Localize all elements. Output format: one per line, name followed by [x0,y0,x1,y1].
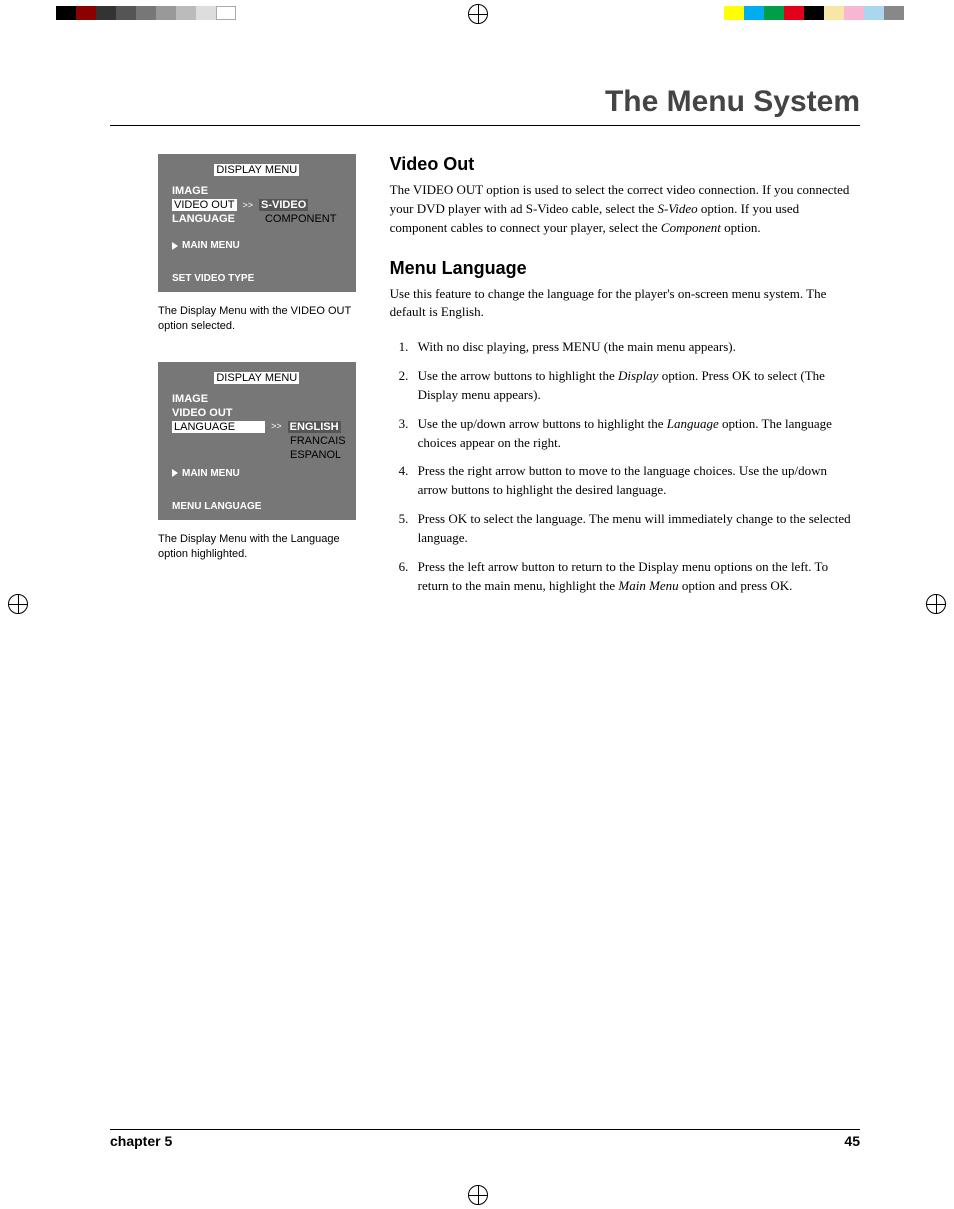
list-item: Use the arrow buttons to highlight the D… [412,367,860,405]
osd-caption: The Display Menu with the Language optio… [158,532,356,562]
osd-arrow-icon: >> [271,422,282,431]
osd-option-component: COMPONENT [265,213,337,225]
osd-row-language: LANGUAGE [172,213,235,225]
osd-option-english: ENGLISH [288,421,341,433]
osd-row-videoout: VIDEO OUT [172,199,237,211]
list-item: Use the up/down arrow buttons to highlig… [412,415,860,453]
osd-footer: MENU LANGUAGE [168,497,346,514]
osd-row-image: IMAGE [172,185,208,197]
left-column: DISPLAY MENU IMAGE VIDEO OUT >> S-VIDEO … [110,154,356,606]
osd-row-language: LANGUAGE [172,421,265,433]
page-footer: chapter 5 45 [110,1133,860,1149]
osd-option-espanol: ESPANOL [290,449,341,461]
section-paragraph: Use this feature to change the language … [390,285,860,323]
list-item: Press OK to select the language. The men… [412,510,860,548]
section-paragraph: The VIDEO OUT option is used to select t… [390,181,860,238]
osd-footer: SET VIDEO TYPE [168,269,346,286]
triangle-right-icon [172,469,178,477]
steps-list: With no disc playing, press MENU (the ma… [390,338,860,595]
osd-title: DISPLAY MENU [214,372,299,384]
color-swatch-bar [0,6,954,20]
osd-display-menu-videoout: DISPLAY MENU IMAGE VIDEO OUT >> S-VIDEO … [158,154,356,292]
section-heading-videoout: Video Out [390,154,860,175]
osd-option-svideo: S-VIDEO [259,199,308,211]
osd-title: DISPLAY MENU [214,164,299,176]
right-column: Video Out The VIDEO OUT option is used t… [390,154,860,606]
osd-caption: The Display Menu with the VIDEO OUT opti… [158,304,356,334]
list-item: Press the right arrow button to move to … [412,462,860,500]
page: The Menu System DISPLAY MENU IMAGE VIDEO… [0,0,954,1209]
osd-display-menu-language: DISPLAY MENU IMAGE VIDEO OUT LANGUAGE >>… [158,362,356,520]
registration-mark-icon [8,594,28,614]
osd-option-francais: FRANCAIS [290,435,346,447]
registration-mark-icon [468,1185,488,1205]
osd-main-menu: MAIN MENU [168,462,346,479]
registration-mark-icon [926,594,946,614]
content-area: The Menu System DISPLAY MENU IMAGE VIDEO… [110,85,860,606]
osd-row-videoout: VIDEO OUT [172,407,233,419]
title-rule [110,125,860,126]
triangle-right-icon [172,242,178,250]
page-title: The Menu System [110,85,860,119]
section-heading-menulanguage: Menu Language [390,258,860,279]
chapter-label: chapter 5 [110,1133,172,1149]
list-item: Press the left arrow button to return to… [412,558,860,596]
list-item: With no disc playing, press MENU (the ma… [412,338,860,357]
osd-row-image: IMAGE [172,393,208,405]
osd-main-menu: MAIN MENU [168,226,346,251]
page-number: 45 [844,1133,860,1149]
osd-arrow-icon: >> [243,201,254,210]
